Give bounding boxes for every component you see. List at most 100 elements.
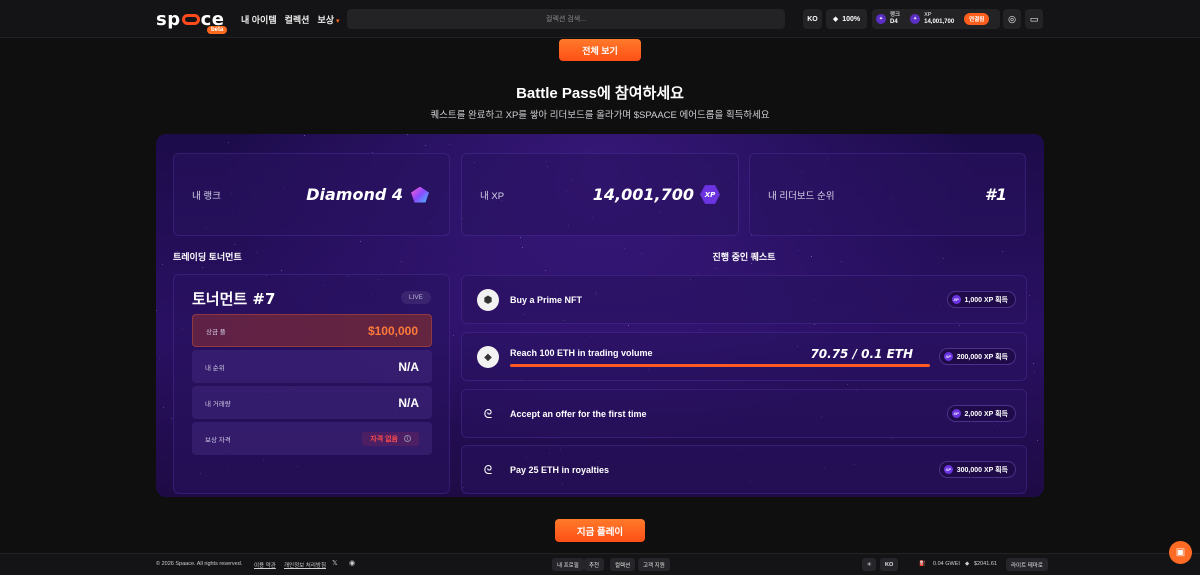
star-dot [159,357,161,359]
discord-icon[interactable]: ◉ [349,559,355,567]
play-now-button[interactable]: 지금 플레이 [555,519,645,542]
rank-stat: 랭크 D4 [890,12,900,26]
main-nav: 내 아이템 컬렉션 보상 ▾ [241,13,340,26]
profile-icon[interactable]: ◎ [1003,9,1021,29]
eligibility-row: 보상 자격 자격 없음 i [192,422,432,455]
quest-label: Buy a Prime NFT [510,295,583,305]
star-dot [400,261,402,263]
prize-pool-value: $100,000 [367,323,418,338]
quests-section-title: 진행 중인 퀘스트 [712,252,776,262]
xp-icon: ✦ [910,14,921,24]
star-dot [162,263,164,265]
star-dot [281,270,283,272]
my-volume-value: N/A [398,395,419,410]
star-dot [521,246,523,248]
terms-link[interactable]: 이용 약관 [254,561,276,569]
quest-reward-badge: XP 2,000 XP 획득 [946,405,1016,422]
star-dot [163,407,165,409]
footer-tab-referral[interactable]: 추천 [584,558,605,571]
star-dot [360,240,362,242]
star-dot [714,267,716,269]
footer-tab-my-profile[interactable]: 내 프로필 [552,558,584,571]
diamond-icon: ◆ [832,16,839,23]
rank-name: Diamond 4 [306,185,403,204]
quest-reward: 200,000 XP 획득 [956,353,1008,361]
rank-label: 랭크 [890,12,901,18]
settings-icon[interactable]: ✳ [862,558,876,571]
star-dot [1033,363,1035,365]
footer-tab-support[interactable]: 고객 지원 [638,558,670,571]
star-dot [1033,371,1035,373]
star-dot [847,384,849,386]
wallet-icon[interactable]: ▭ [1025,9,1043,29]
star-dot [156,309,158,311]
star-dot [234,244,236,246]
gas-price: 0.04 GWEI [933,561,960,567]
quest-label: Accept an offer for the first time [510,409,647,419]
info-icon[interactable]: i [404,435,411,442]
quest-card-royalties[interactable]: ᘓ Pay 25 ETH in royalties XP 300,000 XP 획… [461,445,1027,494]
nav-collections[interactable]: 컬렉션 [285,13,310,26]
quest-label: Pay 25 ETH in royalties [510,465,610,475]
star-dot [407,134,409,135]
search-input[interactable]: 컬렉션 검색... [347,9,785,29]
battle-pass-subtitle: 퀘스트를 완료하고 XP를 쌓아 리더보드를 올라가며 $SPAACE 에어드롭… [430,110,770,121]
footer-tab-collections[interactable]: 컬렉션 [610,558,636,571]
top-header: sp ce beta 내 아이템 컬렉션 보상 ▾ 컬렉션 검색... KO ◆ 10… [0,0,1200,38]
prime-nft-icon: ⬢ [477,289,499,311]
star-dot [545,270,547,272]
star-dot [751,262,753,264]
quest-progress-bar [510,364,930,367]
rank-icon: ✦ [876,14,886,24]
chat-icon[interactable]: ▣ [1169,541,1192,564]
connected-badge[interactable]: 연결됨 [964,13,990,25]
language-button[interactable]: KO [803,9,822,29]
my-position-value: N/A [398,359,419,374]
xp-icon: XP [943,465,953,474]
quest-progress-fill [510,364,930,367]
quest-card-accept-offer[interactable]: ᘓ Accept an offer for the first time XP 2… [461,389,1027,438]
my-rank-row: 내 순위 N/A [192,350,432,383]
prize-pool-row: 상금 풀 $100,000 [192,314,432,347]
rank-value: D4 [890,19,898,25]
eth-price: $2041.61 [974,561,997,567]
leaderboard-rank-value: #1 [984,185,1007,204]
nav-rewards-label: 보상 [317,15,335,25]
theme-toggle-button[interactable]: 라이트 테마로 [1006,558,1048,571]
leaderboard-rank-label: 내 리더보드 순위 [768,190,835,202]
quest-card-buy-prime-nft[interactable]: ⬢ Buy a Prime NFT XP 1,000 XP 획득 [461,275,1027,324]
footer-language[interactable]: KO [880,558,899,571]
star-dot [228,141,230,143]
zoom-button[interactable]: ◆ 100% [826,9,867,29]
star-dot [814,324,816,326]
view-all-button[interactable]: 전체 보기 [559,39,641,61]
star-dot [696,272,698,274]
ethereum-icon: ◆ [965,561,970,567]
prize-pool-label: 상금 풀 [206,328,226,336]
nav-my-items[interactable]: 내 아이템 [241,13,277,26]
live-badge: LIVE [400,291,431,304]
my-xp-value: 14,001,700 XP [593,185,720,205]
star-dot [304,135,306,137]
zoom-level: 100% [842,15,861,23]
my-volume-label: 내 거래량 [205,400,231,408]
privacy-link[interactable]: 개인정보 처리방침 [284,561,326,569]
star-dot [958,324,960,326]
spaace-quest-icon: ᘓ [483,406,493,421]
star-dot [892,438,894,440]
star-dot [453,334,455,336]
x-twitter-icon[interactable]: 𝕏 [332,559,338,567]
my-xp-label: 내 XP [480,190,505,202]
user-stats[interactable]: ✦ 랭크 D4 ✦ XP 14,001,700 연결됨 [872,9,1000,29]
footer: © 2026 Spaace. All rights reserved. 이용 약… [0,553,1200,575]
tournament-section-title: 트레이딩 토너먼트 [173,252,242,262]
nav-rewards[interactable]: 보상 ▾ [317,13,339,26]
spaace-quest-icon: ᘓ [483,462,493,477]
star-dot [170,417,172,419]
star-dot [448,143,450,145]
quest-card-trading-volume[interactable]: ◆ Reach 100 ETH in trading volume 70.75 … [461,332,1027,381]
star-dot [255,252,257,254]
star-dot [1029,294,1031,296]
my-rank-value: Diamond 4 [306,185,431,204]
xp-stat: XP 14,001,700 [924,12,954,26]
